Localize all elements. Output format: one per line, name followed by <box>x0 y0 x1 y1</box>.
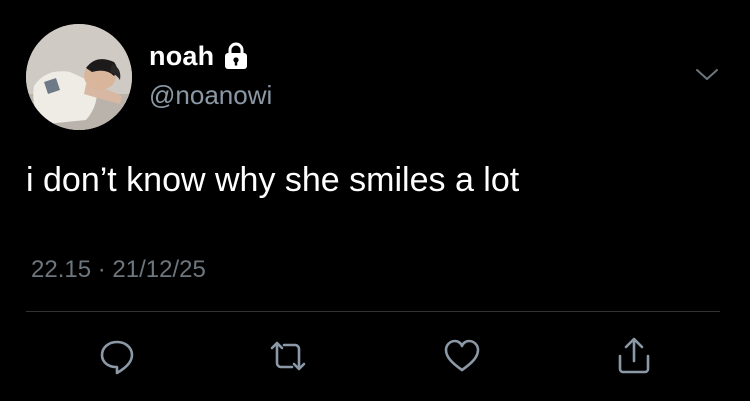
share-icon <box>618 337 650 374</box>
share-button[interactable] <box>614 336 654 376</box>
tweet-text: i don’t know why she smiles a lot <box>26 161 520 199</box>
tweet-timestamp[interactable]: 22.15 · 21/12/25 <box>31 256 206 284</box>
display-name[interactable]: noah <box>149 41 214 72</box>
lock-icon <box>223 42 249 70</box>
like-button[interactable] <box>442 336 482 376</box>
chevron-down-icon[interactable] <box>694 64 720 84</box>
avatar[interactable] <box>26 24 132 130</box>
reply-button[interactable] <box>97 336 137 376</box>
retweet-button[interactable] <box>268 336 308 376</box>
author-name-row: noah <box>149 40 249 72</box>
retweet-icon <box>270 341 306 371</box>
author-handle[interactable]: @noanowi <box>149 80 272 111</box>
tweet-card: noah @noanowi i don’t know why she smile… <box>0 0 750 401</box>
avatar-photo <box>26 24 132 130</box>
divider <box>26 311 720 312</box>
reply-icon <box>100 340 134 375</box>
heart-icon <box>444 339 480 372</box>
tweet-actions <box>0 336 750 378</box>
